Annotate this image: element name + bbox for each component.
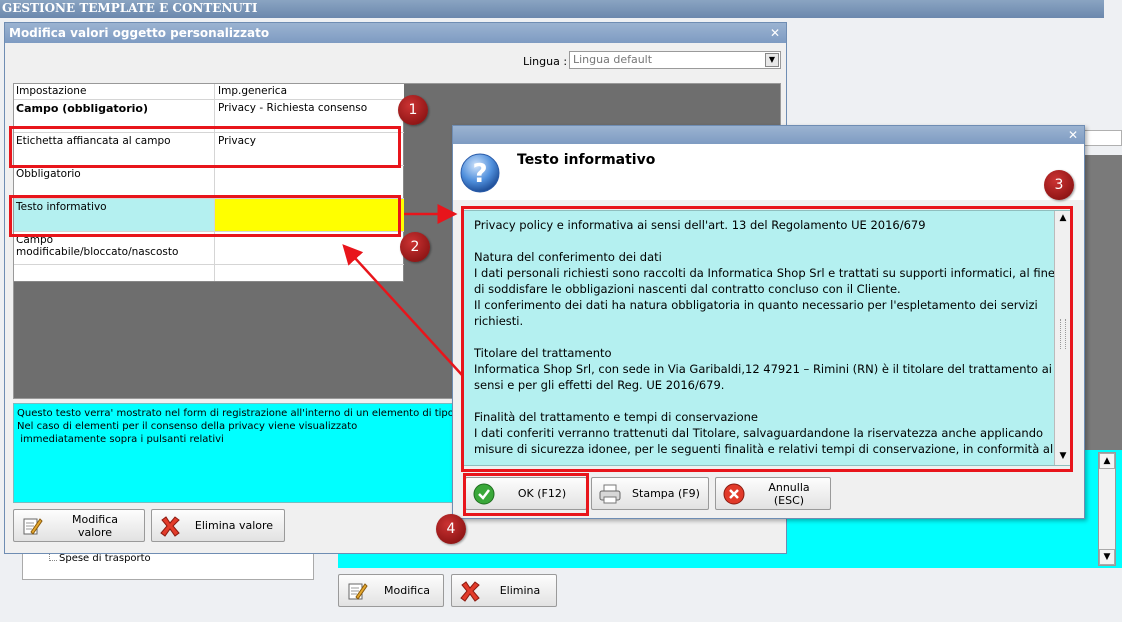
- callout-badge-2: 2: [400, 232, 430, 262]
- callout-badge-3: 3: [1044, 170, 1074, 200]
- arrow-to-info-cell: [342, 244, 463, 376]
- callout-badge-4: 4: [436, 514, 466, 544]
- annotation-arrows: [342, 204, 463, 376]
- callout-badge-1: 1: [398, 95, 428, 125]
